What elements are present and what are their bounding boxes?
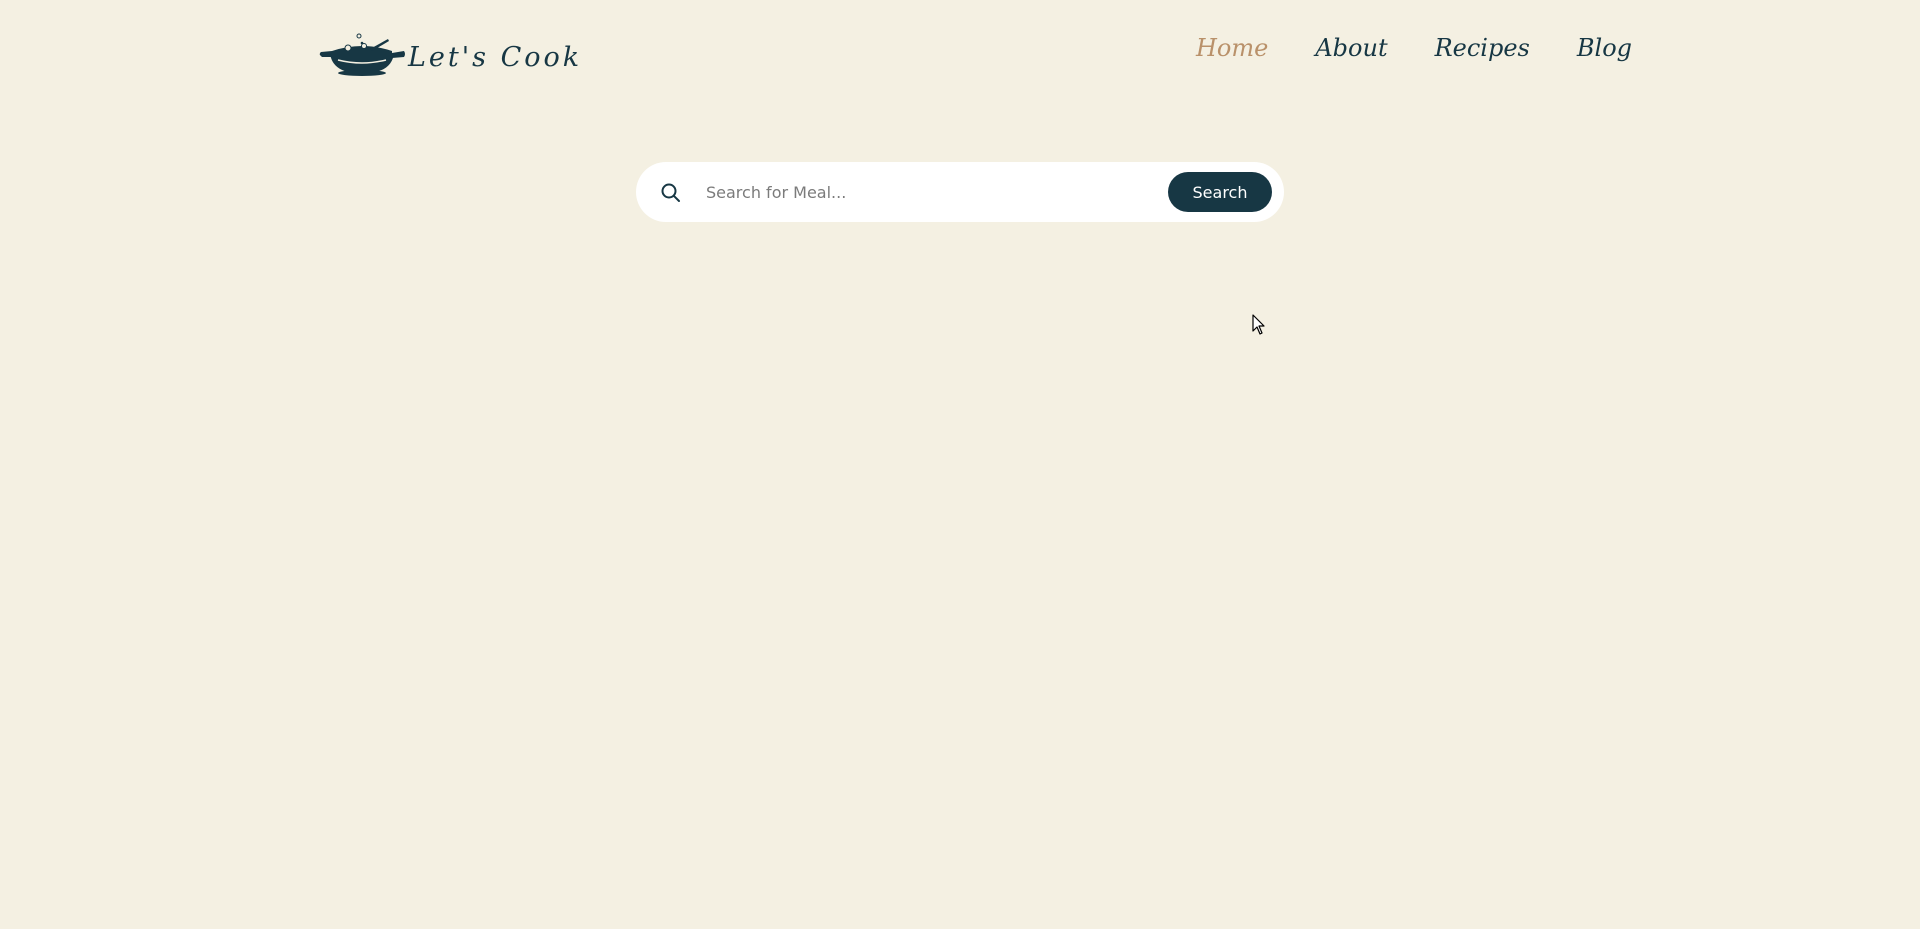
mouse-pointer-icon [1252, 314, 1265, 335]
search-input[interactable] [706, 174, 1136, 210]
search-button[interactable]: Search [1168, 172, 1272, 212]
nav-link-recipes[interactable]: Recipes [1435, 34, 1530, 62]
logo[interactable]: Let's Cook [318, 28, 582, 78]
search-bar: Search [636, 162, 1284, 222]
search-icon [661, 183, 680, 202]
site-header: Let's Cook Home About Recipes Blog [0, 0, 1920, 110]
logo-text: Let's Cook [408, 41, 583, 73]
nav-link-blog[interactable]: Blog [1577, 34, 1632, 62]
nav-link-about[interactable]: About [1315, 34, 1387, 62]
nav-link-home[interactable]: Home [1196, 34, 1268, 62]
main-nav: Home About Recipes Blog [1196, 34, 1632, 62]
cooking-pot-icon [319, 33, 405, 76]
